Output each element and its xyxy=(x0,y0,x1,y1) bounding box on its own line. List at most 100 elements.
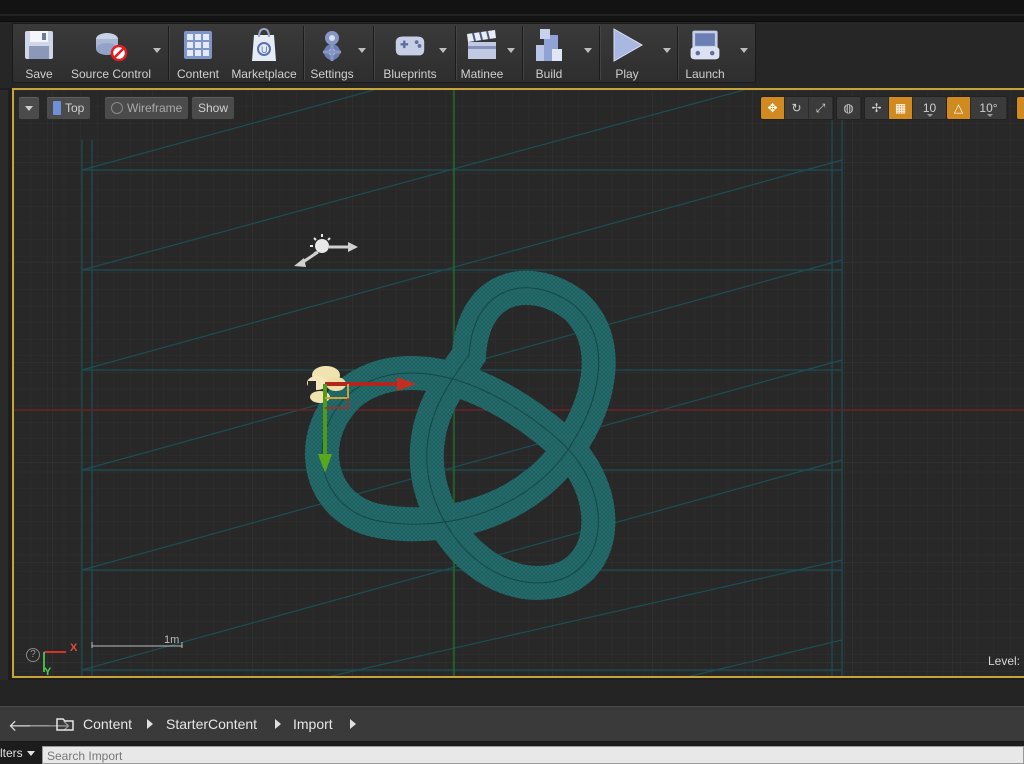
play-icon xyxy=(609,27,645,63)
wireframe-icon xyxy=(111,102,123,114)
source-control-icon xyxy=(93,27,129,63)
content-browser-path-bar: 🡐 🡒 Content StarterContent Import xyxy=(0,706,1024,742)
breadcrumb-import[interactable]: Import xyxy=(293,716,333,732)
content-browser-filter-bar: lters xyxy=(0,743,1024,764)
launch-icon xyxy=(687,27,723,63)
breadcrumb-startercontent[interactable]: StarterContent xyxy=(166,716,257,732)
toolbar-label: Play xyxy=(615,67,639,81)
play-dropdown-arrow[interactable] xyxy=(663,48,671,53)
chevron-down-icon xyxy=(25,105,33,111)
show-label: Show xyxy=(198,101,229,115)
toolbar-label: Settings xyxy=(310,67,354,81)
grid-snap-value[interactable]: 10 xyxy=(913,97,947,119)
save-button[interactable]: Save xyxy=(19,24,59,82)
source-control-dropdown-arrow[interactable] xyxy=(153,48,161,53)
breadcrumb-content[interactable]: Content xyxy=(83,716,132,732)
rotation-snap-value[interactable]: 10° xyxy=(971,97,1007,119)
blueprints-icon xyxy=(392,27,428,63)
title-strip xyxy=(0,0,1024,22)
toolbar-separator xyxy=(303,26,304,80)
settings-icon xyxy=(314,27,350,63)
view-mode-label: Wireframe xyxy=(127,101,183,115)
top-view-icon xyxy=(53,101,61,115)
rotation-snap-toggle[interactable]: △ xyxy=(947,97,971,119)
content-button[interactable]: Content xyxy=(175,24,221,82)
scale-snap-group xyxy=(1016,96,1024,120)
axis-x-label: X xyxy=(70,642,78,654)
grid-icon: ▦ xyxy=(894,101,907,115)
left-panel-edge xyxy=(0,90,8,680)
build-dropdown-arrow[interactable] xyxy=(584,48,592,53)
marketplace-button[interactable]: U Marketplace xyxy=(229,24,299,82)
svg-text:U: U xyxy=(261,45,268,55)
toolbar-label: Content xyxy=(176,67,220,81)
main-toolbar: Save Source Control Content U Marketplac… xyxy=(12,23,756,83)
blueprints-dropdown-arrow[interactable] xyxy=(439,48,447,53)
view-mode-button[interactable]: Wireframe xyxy=(104,96,190,120)
toolbar-label: Build xyxy=(535,67,563,81)
marketplace-icon: U xyxy=(246,27,282,63)
toolbar-label: Launch xyxy=(685,67,725,81)
breadcrumb-separator[interactable] xyxy=(275,719,281,729)
toolbar-label: Marketplace xyxy=(231,67,297,81)
globe-icon: ◍ xyxy=(843,101,854,115)
content-icon xyxy=(180,27,216,63)
unreal-editor-window: Save Source Control Content U Marketplac… xyxy=(0,0,1024,764)
toolbar-separator xyxy=(168,26,169,80)
show-flags-button[interactable]: Show xyxy=(191,96,236,120)
toolbar-separator xyxy=(677,26,678,80)
grid-snap-group: ✢ ▦ 10 xyxy=(864,96,948,120)
toolbar-label: Blueprints xyxy=(383,67,437,81)
matinee-dropdown-arrow[interactable] xyxy=(507,48,515,53)
scale-icon: ⤢ xyxy=(815,100,826,115)
toolbar-separator xyxy=(599,26,600,80)
axis-y-label: Y xyxy=(44,666,52,678)
translate-mode-button[interactable]: ✥ xyxy=(761,97,785,119)
play-button[interactable]: Play xyxy=(607,24,647,82)
build-icon xyxy=(531,27,567,63)
current-level-label: Level: xyxy=(987,654,1020,668)
launch-button[interactable]: Launch xyxy=(681,24,729,82)
save-icon xyxy=(21,27,57,63)
filters-label: lters xyxy=(0,746,23,760)
rotate-mode-button[interactable]: ↻ xyxy=(785,97,809,119)
surface-snap-button[interactable]: ✢ xyxy=(865,97,889,119)
rotate-icon: ↻ xyxy=(791,101,802,115)
search-input[interactable] xyxy=(43,748,1023,764)
toolbar-label: Save xyxy=(25,67,53,81)
grid-snap-toggle[interactable]: ▦ xyxy=(889,97,913,119)
viewport-options-button[interactable] xyxy=(18,96,40,120)
coordinate-space-group: ◍ xyxy=(836,96,862,120)
help-icon[interactable]: ? xyxy=(26,648,40,662)
settings-dropdown-arrow[interactable] xyxy=(358,48,366,53)
toolbar-label: Source Control xyxy=(70,67,152,81)
angle-icon: △ xyxy=(953,101,964,115)
matinee-button[interactable]: Matinee xyxy=(459,24,505,82)
search-box xyxy=(42,746,1024,764)
breadcrumb-separator[interactable] xyxy=(147,719,153,729)
transform-mode-group: ✥ ↻ ⤢ xyxy=(760,96,834,120)
toolbar-label: Matinee xyxy=(460,67,504,81)
world-space-button[interactable]: ◍ xyxy=(837,97,861,119)
surface-snap-icon: ✢ xyxy=(871,101,882,115)
matinee-icon xyxy=(464,27,500,63)
launch-dropdown-arrow[interactable] xyxy=(740,48,748,53)
wireframe-scene xyxy=(14,90,1024,676)
view-type-button[interactable]: Top xyxy=(46,96,92,120)
level-viewport[interactable]: X Y 1m ? Top Wireframe Show ✥ ↻ ⤢ ◍ ✢ ▦ … xyxy=(12,88,1024,678)
filters-button[interactable]: lters xyxy=(0,746,35,760)
chevron-down-icon xyxy=(26,750,35,756)
breadcrumb-separator[interactable] xyxy=(350,719,356,729)
panel-gap xyxy=(0,680,1024,706)
toolbar-separator xyxy=(373,26,374,80)
settings-button[interactable]: Settings xyxy=(309,24,355,82)
build-button[interactable]: Build xyxy=(529,24,569,82)
move-arrows-icon: ✥ xyxy=(767,101,778,115)
rotation-snap-group: △ 10° xyxy=(946,96,1008,120)
scale-mode-button[interactable]: ⤢ xyxy=(809,97,833,119)
view-type-label: Top xyxy=(65,101,85,115)
toolbar-separator xyxy=(455,26,456,80)
blueprints-button[interactable]: Blueprints xyxy=(379,24,441,82)
source-control-button[interactable]: Source Control xyxy=(69,24,153,82)
scale-snap-toggle[interactable] xyxy=(1017,97,1024,119)
